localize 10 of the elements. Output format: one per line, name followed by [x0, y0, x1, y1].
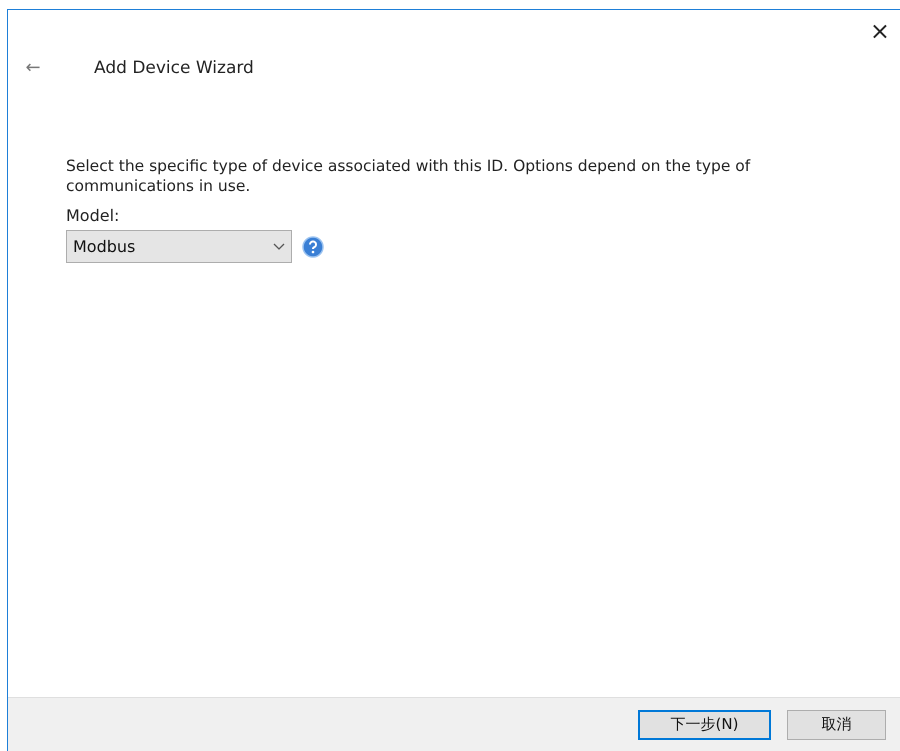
- next-button[interactable]: 下一步(N): [638, 710, 771, 740]
- close-button[interactable]: ×: [866, 20, 894, 42]
- window-title: Add Device Wizard: [94, 58, 254, 78]
- chevron-down-icon: [273, 242, 285, 250]
- help-icon[interactable]: [302, 236, 324, 258]
- back-button[interactable]: ←: [18, 57, 48, 78]
- model-label: Model:: [66, 206, 120, 225]
- model-dropdown[interactable]: Modbus: [66, 230, 292, 263]
- instruction-text: Select the specific type of device associated with this ID. Options depend on the type of communications in use.: [66, 156, 752, 196]
- cancel-button[interactable]: 取消: [787, 710, 886, 740]
